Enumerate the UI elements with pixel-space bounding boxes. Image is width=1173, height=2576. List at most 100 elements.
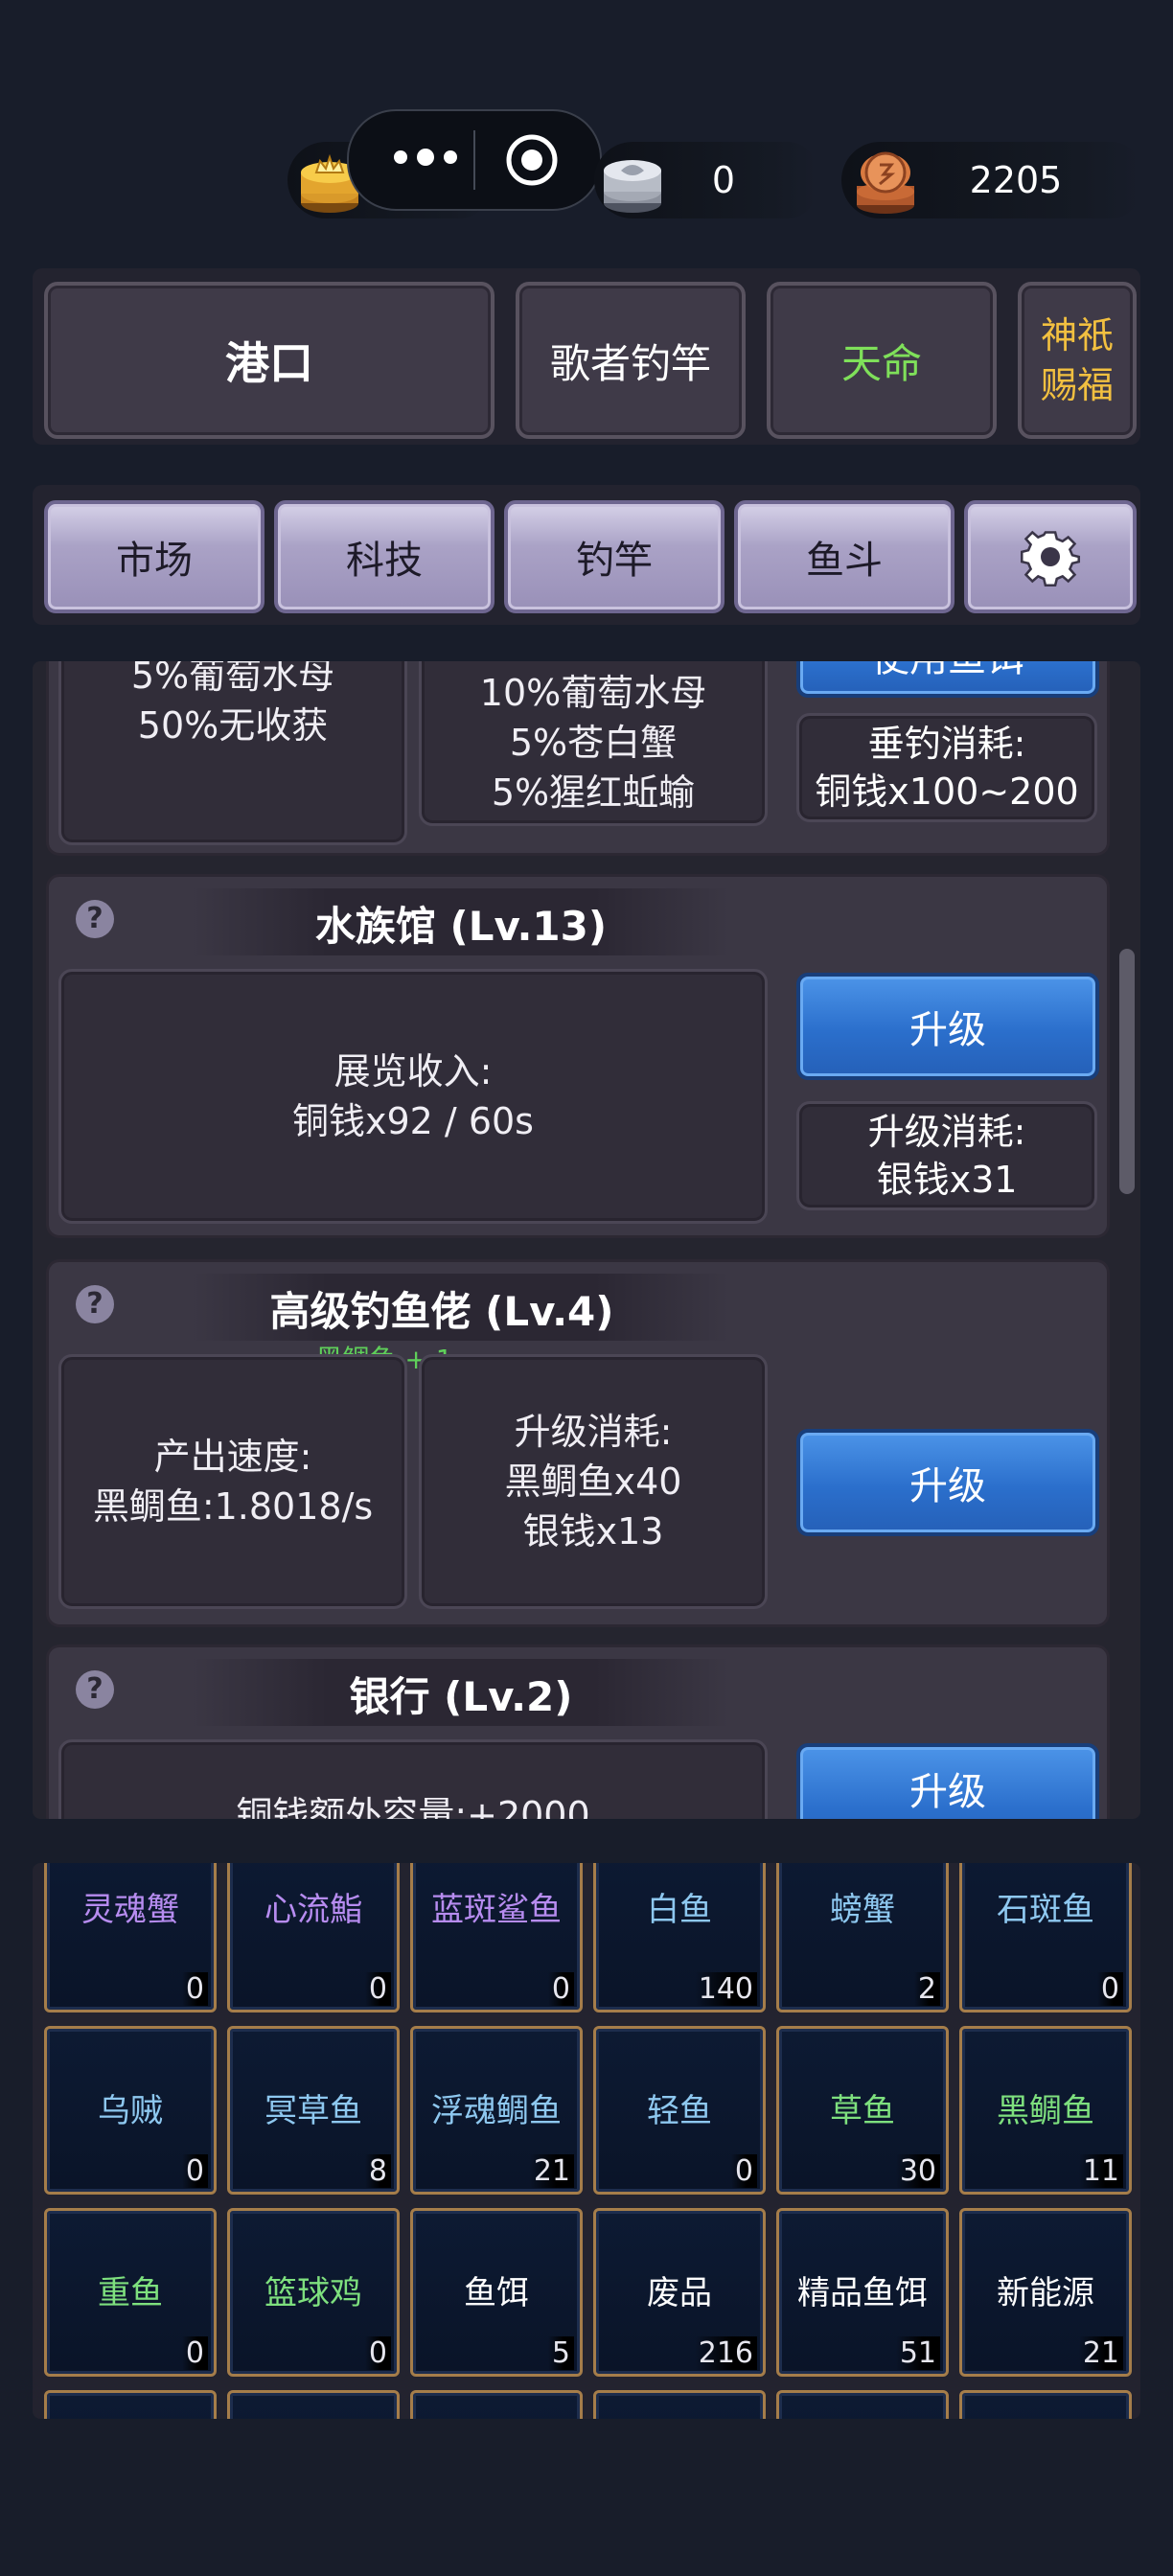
inventory-slot-partial[interactable]	[959, 2390, 1132, 2419]
copper-coin-icon	[857, 151, 914, 214]
inventory-item-count: 0	[181, 2336, 208, 2370]
inventory-item-count: 8	[364, 2154, 391, 2188]
inventory-item-name: 轻鱼	[647, 2092, 712, 2130]
angler-cost-fish: 黑鲷鱼x40	[504, 1460, 682, 1503]
inventory-item-count: 0	[181, 2154, 208, 2188]
inventory-item-name: 石斑鱼	[997, 1891, 1094, 1929]
inventory-slot-partial[interactable]	[776, 2390, 949, 2419]
inventory-slot[interactable]: 草鱼 30	[776, 2026, 949, 2195]
inventory-slot[interactable]: 黑鲷鱼 11	[959, 2026, 1132, 2195]
inventory-item-count: 0	[364, 1972, 391, 2006]
more-options-icon[interactable]	[383, 138, 470, 176]
inventory-slot[interactable]: 螃蟹 2	[776, 1863, 949, 2012]
buildings-scrollbar[interactable]	[1119, 949, 1135, 1194]
inventory-slot[interactable]: 新能源 21	[959, 2208, 1132, 2377]
inventory-slot[interactable]: 精品鱼饵 51	[776, 2208, 949, 2377]
inventory-slot-partial[interactable]	[593, 2390, 766, 2419]
aquarium-help-icon[interactable]: ?	[76, 900, 114, 938]
aquarium-income-box: 展览收入: 铜钱x92 / 60s	[58, 969, 768, 1224]
inventory-item-name: 鱼饵	[464, 2274, 529, 2312]
tab-market[interactable]: 市场	[44, 500, 264, 613]
inventory-slot[interactable]: 轻鱼 0	[593, 2026, 766, 2195]
inventory-item-name: 灵魂蟹	[81, 1891, 179, 1929]
aquarium-upgrade-button[interactable]: 升级	[796, 973, 1099, 1080]
blessing-label-line2: 赐福	[1040, 364, 1114, 406]
fishing-spot-card: 5%葡萄水母 50%无收获 10%葡萄水母 5%苍白蟹 5%猩红蚯蝓 使用鱼饵 …	[46, 661, 1110, 856]
tab-technology[interactable]: 科技	[274, 500, 494, 613]
miniprogram-capsule[interactable]	[347, 109, 602, 211]
inventory-item-count: 5	[547, 2336, 574, 2370]
inventory-item-count: 140	[694, 1972, 757, 2006]
aquarium-income-label: 展览收入:	[334, 1050, 493, 1092]
inventory-item-name: 新能源	[997, 2274, 1094, 2312]
inventory-slot[interactable]: 浮魂鲷鱼 21	[410, 2026, 583, 2195]
inventory-slot-partial[interactable]	[227, 2390, 400, 2419]
inventory-item-count: 216	[694, 2336, 757, 2370]
inventory-slot[interactable]: 鱼饵 5	[410, 2208, 583, 2377]
inventory-slot[interactable]: 篮球鸡 0	[227, 2208, 400, 2377]
inventory-slot[interactable]: 重鱼 0	[44, 2208, 217, 2377]
inventory-slot-partial[interactable]	[410, 2390, 583, 2419]
bank-upgrade-button[interactable]: 升级	[796, 1743, 1099, 1819]
inventory-item-name: 篮球鸡	[264, 2274, 362, 2312]
inventory-item-count: 2	[913, 1972, 940, 2006]
inventory-item-count: 0	[181, 1972, 208, 2006]
inventory-item-count: 11	[1078, 2154, 1123, 2188]
inventory-item-name: 重鱼	[98, 2274, 163, 2312]
aquarium-cost-value: 银钱x31	[876, 1159, 1018, 1201]
inventory-slot[interactable]: 白鱼 140	[593, 1863, 766, 2012]
inventory-item-name: 浮魂鲷鱼	[431, 2092, 562, 2130]
inventory-item-name: 精品鱼饵	[797, 2274, 928, 2312]
bank-title: 银行 (Lv.2)	[349, 1673, 573, 1720]
bank-card: ? 银行 (Lv.2) 铜钱额外容量:+2000 升级	[46, 1644, 1110, 1819]
mid-chance-line1: 10%葡萄水母	[479, 672, 707, 714]
inventory-panel[interactable]: 灵魂蟹 0 心流鮨 0 蓝斑鲨鱼 0 白鱼 140 螃蟹 2 石斑鱼 0 乌贼 0 冥草鱼 8 浮魂鲷鱼 21 轻鱼…	[33, 1863, 1140, 2419]
fishing-cost-label: 垂钓消耗:	[867, 723, 1026, 765]
mid-chance-line2: 5%苍白蟹	[509, 722, 678, 764]
inventory-slot[interactable]: 灵魂蟹 0	[44, 1863, 217, 2012]
inventory-item-name: 蓝斑鲨鱼	[431, 1891, 562, 1929]
inventory-slot[interactable]: 冥草鱼 8	[227, 2026, 400, 2195]
fate-button[interactable]: 天命	[767, 282, 997, 439]
tab-fishing-rod[interactable]: 钓竿	[504, 500, 724, 613]
angler-speed-label: 产出速度:	[153, 1436, 312, 1478]
inventory-item-name: 心流鮨	[264, 1891, 362, 1929]
use-bait-button[interactable]: 使用鱼饵	[796, 661, 1099, 698]
angler-cost-box: 升级消耗: 黑鲷鱼x40 银钱x13	[419, 1354, 768, 1609]
inventory-slot[interactable]: 心流鮨 0	[227, 1863, 400, 2012]
port-button[interactable]: 港口	[44, 282, 494, 439]
inventory-slot[interactable]: 废品 216	[593, 2208, 766, 2377]
inventory-item-count: 0	[1096, 1972, 1123, 2006]
divine-blessing-button[interactable]: 神祇 赐福	[1018, 282, 1137, 439]
inventory-item-name: 黑鲷鱼	[997, 2092, 1094, 2130]
inventory-item-count: 0	[730, 2154, 757, 2188]
left-chance-line2: 50%无收获	[137, 704, 329, 747]
tab-fish-battle[interactable]: 鱼斗	[734, 500, 954, 613]
settings-button[interactable]	[964, 500, 1137, 613]
inventory-item-name: 冥草鱼	[264, 2092, 362, 2130]
close-miniprogram-icon[interactable]	[504, 132, 560, 188]
inventory-item-count: 30	[895, 2154, 940, 2188]
angler-help-icon[interactable]: ?	[76, 1285, 114, 1323]
angler-upgrade-button[interactable]: 升级	[796, 1429, 1099, 1536]
bank-help-icon[interactable]: ?	[76, 1670, 114, 1709]
rod-name-button[interactable]: 歌者钓竿	[516, 282, 746, 439]
angler-cost-label: 升级消耗:	[514, 1411, 673, 1453]
inventory-item-name: 废品	[647, 2274, 712, 2312]
aquarium-income-value: 铜钱x92 / 60s	[292, 1100, 534, 1142]
inventory-item-count: 21	[1078, 2336, 1123, 2370]
inventory-item-name: 螃蟹	[830, 1891, 895, 1929]
aquarium-title: 水族馆 (Lv.13)	[314, 903, 608, 950]
aquarium-cost-box: 升级消耗: 银钱x31	[796, 1101, 1097, 1210]
inventory-item-count: 0	[364, 2336, 391, 2370]
advanced-angler-card: ? 高级钓鱼佬 (Lv.4) 黑鲷鱼 + 1 产出速度: 黑鲷鱼:1.8018/…	[46, 1259, 1110, 1627]
angler-cost-silver: 银钱x13	[522, 1510, 664, 1552]
aquarium-cost-label: 升级消耗:	[867, 1111, 1026, 1153]
inventory-slot[interactable]: 乌贼 0	[44, 2026, 217, 2195]
inventory-slot-partial[interactable]	[44, 2390, 217, 2419]
copper-amount: 2205	[969, 159, 1063, 201]
inventory-slot[interactable]: 石斑鱼 0	[959, 1863, 1132, 2012]
inventory-item-name: 白鱼	[647, 1891, 712, 1929]
inventory-slot[interactable]: 蓝斑鲨鱼 0	[410, 1863, 583, 2012]
buildings-scroll-area[interactable]: 5%葡萄水母 50%无收获 10%葡萄水母 5%苍白蟹 5%猩红蚯蝓 使用鱼饵 …	[33, 661, 1140, 1819]
